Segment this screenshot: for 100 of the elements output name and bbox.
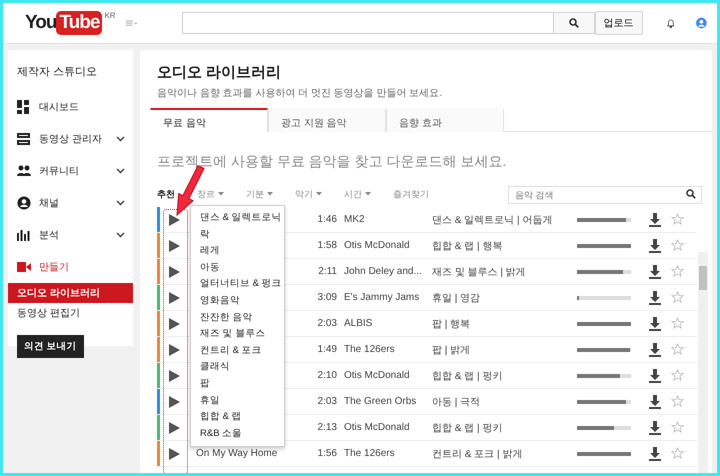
menu-item[interactable]: 재즈 및 블루스 (191, 326, 284, 343)
star-icon[interactable] (671, 239, 684, 252)
download-icon[interactable] (649, 238, 661, 252)
star-icon[interactable] (671, 447, 684, 460)
chevron-icon[interactable] (116, 168, 125, 174)
menu-item[interactable]: 힙합 & 랩 (191, 409, 284, 426)
genre-mood: 힙합 & 랩 | 행복 (432, 240, 504, 252)
artist-name: The Green Orbs (343, 396, 418, 407)
filter-button[interactable]: 즐겨찾기 (393, 188, 429, 200)
scrollbar[interactable] (698, 252, 708, 473)
artist-name: The 126ers (343, 448, 396, 459)
sidebar-item[interactable]: 분석 (8, 219, 133, 251)
artist-name: The 126ers (343, 344, 396, 355)
genre-mood: 힙합 & 랩 | 펑키 (432, 422, 504, 434)
star-icon[interactable] (671, 317, 684, 330)
play-icon[interactable] (169, 370, 180, 382)
duration: 1:49 (316, 344, 337, 355)
menu-item[interactable]: 아동 (191, 260, 284, 276)
download-icon[interactable] (649, 394, 661, 408)
filter-button[interactable]: 시간 (344, 188, 371, 200)
artist-name: MK2 (343, 214, 366, 225)
menu-item[interactable]: 잔잔한 음악 (191, 310, 284, 326)
star-icon[interactable] (671, 343, 684, 356)
play-icon[interactable] (169, 448, 180, 460)
download-icon[interactable] (649, 420, 661, 434)
star-icon[interactable] (671, 421, 684, 434)
search-icon[interactable] (686, 189, 696, 199)
caret-icon (365, 192, 371, 196)
duration: 1:56 (316, 448, 337, 459)
download-icon[interactable] (649, 264, 661, 278)
menu-item[interactable]: 레게 (191, 243, 284, 260)
tab[interactable]: 무료 음악 (150, 108, 268, 132)
chevron-icon[interactable] (116, 200, 125, 206)
download-icon[interactable] (649, 368, 661, 382)
play-icon[interactable] (169, 292, 180, 304)
menu-item[interactable]: 컨트리 & 포크 (191, 342, 284, 360)
duration: 2:10 (316, 370, 337, 381)
chevron-icon[interactable] (116, 232, 125, 238)
download-icon[interactable] (649, 316, 661, 330)
star-icon[interactable] (671, 291, 684, 304)
region-label: KR (104, 11, 116, 20)
download-icon[interactable] (649, 290, 661, 304)
play-icon[interactable] (169, 422, 180, 434)
duration: 2:03 (316, 396, 337, 407)
filter-button[interactable]: 장르 (197, 188, 224, 200)
artist-name: Otis McDonald (343, 240, 411, 251)
nav-icon (17, 228, 31, 242)
play-icon[interactable] (169, 318, 180, 330)
play-icon[interactable] (169, 214, 180, 226)
chevron-icon[interactable] (116, 136, 125, 142)
star-icon[interactable] (671, 369, 684, 382)
play-icon[interactable] (169, 344, 180, 356)
menu-item[interactable]: R&B 소울 (191, 426, 284, 442)
download-icon[interactable] (649, 212, 661, 226)
menu-item[interactable]: 락 (191, 226, 284, 244)
search-field[interactable] (182, 12, 554, 34)
sidebar-subitem[interactable]: 동영상 편집기 (8, 303, 133, 323)
star-icon[interactable] (671, 265, 684, 278)
sidebar-item[interactable]: 동영상 관리자 (8, 123, 133, 155)
artist-name: Otis McDonald (343, 422, 411, 433)
tab[interactable]: 광고 지원 음악 (268, 108, 386, 132)
artist-name: Otis McDonald (343, 370, 411, 381)
download-icon[interactable] (649, 342, 661, 356)
download-icon[interactable] (649, 446, 661, 460)
nav-icon (17, 196, 31, 210)
star-icon[interactable] (671, 395, 684, 408)
sidebar-item[interactable]: 커뮤니티 (8, 155, 133, 187)
track-title: On My Way Home (195, 448, 278, 459)
menu-item[interactable]: 얼터너티브 & 펑크 (191, 276, 284, 293)
menu-item[interactable]: 팝 (191, 376, 284, 393)
star-icon[interactable] (671, 213, 684, 226)
menu-item[interactable]: 휴일 (191, 392, 284, 410)
logo-text[interactable]: You (25, 11, 56, 35)
page-title: 오디오 라이브러리 (157, 63, 282, 82)
artist-name: John Deley and... (343, 266, 423, 277)
search-button[interactable] (552, 12, 595, 34)
genre-mood: 아동 | 극적 (432, 396, 482, 408)
tab[interactable]: 음향 효과 (386, 108, 504, 132)
filter-button[interactable]: 추천 (157, 188, 175, 200)
music-search-field[interactable]: 음악 검색 (508, 186, 702, 204)
sidebar-item[interactable]: 채널 (8, 187, 133, 219)
menu-icon[interactable] (126, 18, 138, 28)
play-icon[interactable] (169, 396, 180, 408)
upload-button[interactable]: 업로드 (594, 11, 643, 35)
menu-item[interactable]: 영화음악 (191, 292, 284, 310)
logo-badge[interactable]: Tube (56, 11, 102, 35)
filter-button[interactable]: 기분 (246, 188, 273, 200)
play-icon[interactable] (169, 266, 180, 278)
menu-item[interactable]: 클래식 (191, 359, 284, 376)
menu-item[interactable]: 댄스 & 일렉트로닉 (191, 210, 284, 227)
duration: 1:46 (316, 214, 337, 225)
filter-button[interactable]: 악기 (295, 188, 322, 200)
sidebar-subitem[interactable]: 오디오 라이브러리 (8, 283, 133, 303)
genre-mood: 팝 | 밝게 (432, 344, 472, 356)
nav-icon (17, 260, 31, 274)
play-icon[interactable] (169, 240, 180, 252)
nav-icon (17, 100, 31, 114)
sidebar-item[interactable]: 만들기 (8, 251, 133, 283)
feedback-button[interactable]: 의견 보내기 (17, 335, 84, 358)
sidebar-item[interactable]: 대시보드 (8, 91, 133, 123)
